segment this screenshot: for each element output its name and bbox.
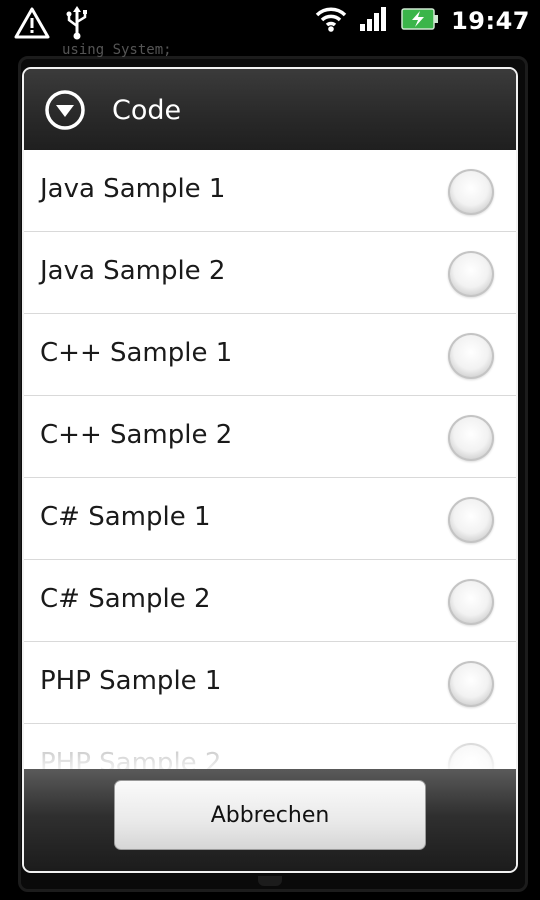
list-item[interactable]: C++ Sample 1 [24,314,516,396]
battery-charging-icon [401,7,439,35]
options-list[interactable]: Java Sample 1 Java Sample 2 C++ Sample 1… [24,150,516,769]
status-bar-system: 19:47 [315,5,530,37]
radio-button[interactable] [448,415,494,461]
list-item[interactable]: PHP Sample 1 [24,642,516,724]
list-item[interactable]: Java Sample 2 [24,232,516,314]
list-item[interactable]: C# Sample 2 [24,560,516,642]
radio-button[interactable] [448,743,494,769]
list-item-label: PHP Sample 2 [40,748,222,769]
cancel-button[interactable]: Abbrechen [114,780,426,850]
radio-button[interactable] [448,661,494,707]
background-code-text: using System; [62,42,172,58]
signal-icon [359,6,389,36]
background-frame-notch [258,876,282,886]
clock: 19:47 [451,7,530,35]
usb-icon [64,6,90,44]
wifi-icon [315,5,347,37]
status-bar-notifications [14,6,90,44]
list-item[interactable]: Java Sample 1 [24,150,516,232]
status-bar: 19:47 [0,0,540,44]
list-item-label: C# Sample 2 [40,584,211,614]
list-item[interactable]: PHP Sample 2 [24,724,516,769]
radio-button[interactable] [448,251,494,297]
radio-button[interactable] [448,333,494,379]
list-item[interactable]: C# Sample 1 [24,478,516,560]
dialog-title: Code [112,95,182,126]
code-selection-dialog: Code Java Sample 1 Java Sample 2 C++ Sam… [22,67,518,873]
dialog-footer: Abbrechen [24,769,516,871]
dialog-header: Code [24,69,516,151]
warning-icon [14,7,50,43]
list-item-label: Java Sample 1 [40,174,226,204]
dropdown-circle-icon [44,89,86,131]
radio-button[interactable] [448,169,494,215]
list-item-label: C# Sample 1 [40,502,211,532]
list-item[interactable]: C++ Sample 2 [24,396,516,478]
list-item-label: C++ Sample 1 [40,338,233,368]
list-item-label: C++ Sample 2 [40,420,233,450]
list-item-label: Java Sample 2 [40,256,226,286]
list-item-label: PHP Sample 1 [40,666,222,696]
radio-button[interactable] [448,497,494,543]
radio-button[interactable] [448,579,494,625]
